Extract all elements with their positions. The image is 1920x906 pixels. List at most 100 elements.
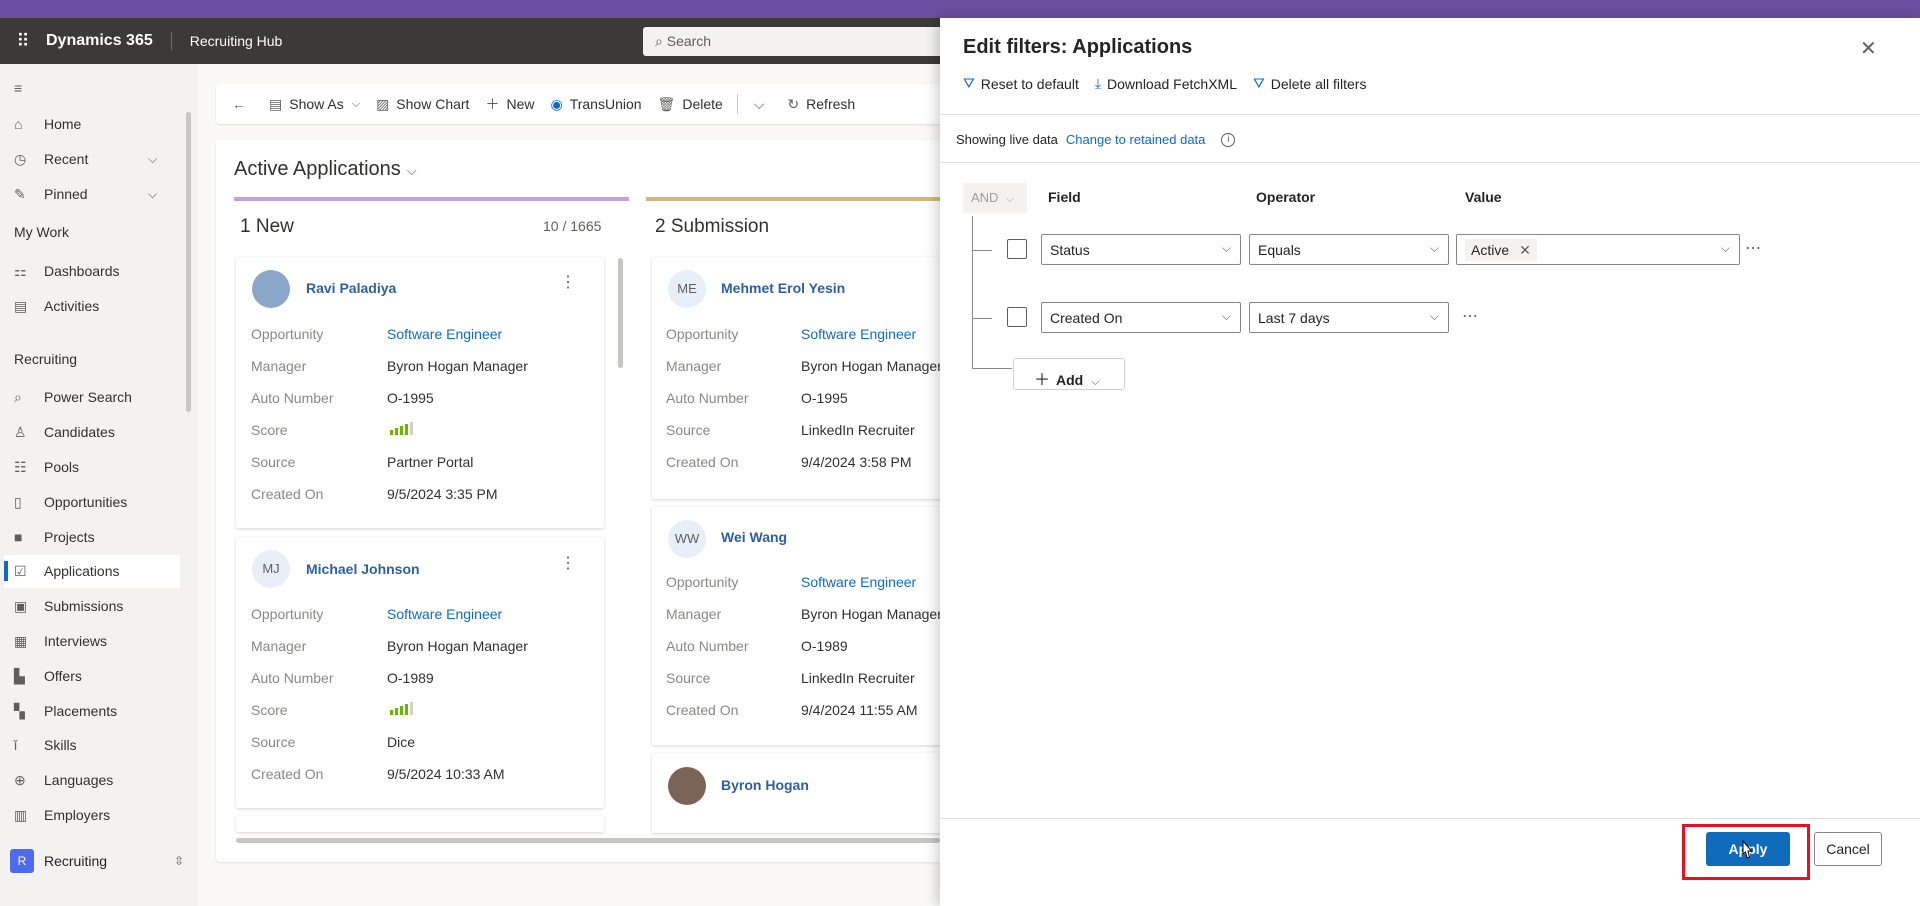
people-icon: ☷ (14, 458, 27, 475)
card-name[interactable]: Byron Hogan (721, 777, 809, 793)
sidebar-item-home[interactable]: ⌂ Home (14, 112, 81, 136)
delete-button[interactable]: 🗑 Delete (658, 96, 723, 113)
sidebar-scrollbar[interactable] (186, 112, 191, 412)
chevron-down-icon: ⌵ (1091, 376, 1100, 388)
refresh-icon: ↻ (787, 95, 800, 112)
header-value: Value (1465, 189, 1502, 205)
calendar-icon: ▦ (14, 632, 28, 649)
search-input[interactable]: ⌕ Search (643, 27, 943, 56)
row-checkbox[interactable] (1007, 239, 1027, 259)
sidebar-item-opportunities[interactable]: ▯ Opportunities (14, 490, 127, 514)
back-arrow-icon: ← (232, 96, 246, 112)
more-commands-chevron[interactable]: ⌵ (754, 96, 772, 113)
area-switcher[interactable]: R Recruiting ⇳ (6, 846, 192, 876)
reset-label: Reset to default (980, 75, 1079, 92)
sidebar-item-label: Recent (44, 151, 89, 167)
view-selector[interactable]: Active Applications ⌵ (234, 158, 417, 181)
sidebar-item-pinned[interactable]: ✎ Pinned (14, 182, 88, 206)
chevron-down-icon: ⌵ (1221, 241, 1231, 255)
column-accent-bar (646, 197, 946, 201)
sidebar-item-candidates[interactable]: ♙ Candidates (14, 420, 115, 444)
field-select[interactable]: Status ⌵ (1041, 234, 1241, 265)
field-value-link[interactable]: Software Engineer (801, 574, 916, 590)
row-checkbox[interactable] (1007, 307, 1027, 327)
sidebar-item-languages[interactable]: ⊕ Languages (14, 768, 113, 792)
sidebar-item-power-search[interactable]: ⌕ Power Search (14, 385, 132, 409)
remove-tag-icon[interactable]: ✕ (1519, 242, 1531, 258)
sidebar-item-placements[interactable]: ▚ Placements (14, 699, 117, 723)
reset-to-default-button[interactable]: ⛛ Reset to default (963, 75, 1079, 92)
chevron-down-icon: ⌵ (1006, 194, 1014, 205)
show-chart-label: Show Chart (396, 96, 470, 112)
operator-select[interactable]: Last 7 days ⌵ (1249, 302, 1449, 333)
change-to-retained-link[interactable]: Change to retained data (1066, 132, 1206, 147)
cancel-button[interactable]: Cancel (1814, 832, 1882, 866)
field-value: Partner Portal (387, 454, 474, 470)
application-card[interactable] (236, 816, 604, 832)
skills-icon: ǐ (14, 737, 18, 753)
command-bar: ← ▤ Show As ⌵ ▨ Show Chart ＋ New ◉ TransUnion… (216, 84, 956, 124)
more-vertical-icon[interactable]: ⋮ (560, 553, 576, 573)
tree-connector (972, 216, 973, 368)
card-name[interactable]: Mehmet Erol Yesin (721, 280, 845, 296)
field-value-link[interactable]: Software Engineer (387, 326, 502, 342)
sidebar-item-interviews[interactable]: ▦ Interviews (14, 629, 107, 653)
filter-delete-icon: ⛛ (1252, 75, 1265, 91)
sidebar-item-skills[interactable]: ǐ Skills (14, 733, 77, 757)
add-label: Add (1056, 372, 1084, 388)
close-icon[interactable]: ✕ (1860, 36, 1877, 61)
show-as-button[interactable]: ▤ Show As ⌵ (269, 96, 360, 113)
sidebar-item-applications[interactable]: ☑ Applications (14, 559, 120, 583)
app-launcher-icon[interactable]: ⠿ (0, 31, 46, 52)
add-condition-button[interactable]: ＋ Add ⌵ (1013, 358, 1125, 390)
sidebar-item-employers[interactable]: ▥ Employers (14, 803, 110, 827)
offer-document-icon: ▙ (14, 667, 25, 684)
field-select[interactable]: Created On ⌵ (1041, 302, 1241, 333)
more-horizontal-icon[interactable]: ⋯ (1462, 306, 1478, 326)
sidebar-item-offers[interactable]: ▙ Offers (14, 664, 82, 688)
info-icon[interactable]: i (1221, 132, 1236, 147)
field-value-link[interactable]: Software Engineer (387, 606, 502, 622)
field-label: Auto Number (666, 638, 749, 654)
app-name[interactable]: Dynamics 365 (46, 32, 172, 50)
value-select[interactable]: Active ✕ ⌵ (1456, 234, 1740, 265)
sidebar-item-label: Pinned (44, 186, 88, 202)
sidebar-item-recent[interactable]: ◷ Recent (14, 147, 88, 171)
chevron-down-icon[interactable]: ⌵ (148, 187, 157, 202)
sidebar-item-activities[interactable]: ▤ Activities (14, 294, 99, 318)
refresh-label: Refresh (806, 96, 856, 112)
sidebar-item-dashboards[interactable]: ⚏ Dashboards (14, 259, 120, 283)
sidebar-active-indicator (4, 561, 8, 581)
card-name[interactable]: Wei Wang (721, 529, 787, 545)
horizontal-scrollbar[interactable] (236, 838, 940, 843)
sidebar-item-projects[interactable]: ■ Projects (14, 525, 95, 549)
delete-all-filters-button[interactable]: ⛛ Delete all filters (1253, 75, 1366, 92)
more-horizontal-icon[interactable]: ⋯ (1745, 238, 1761, 258)
sidebar-item-submissions[interactable]: ▣ Submissions (14, 594, 123, 618)
download-fetchxml-button[interactable]: ⤓ Download FetchXML (1095, 75, 1237, 92)
field-value: LinkedIn Recruiter (801, 422, 915, 438)
hub-name[interactable]: Recruiting Hub (172, 33, 283, 49)
new-button[interactable]: ＋ New (485, 94, 534, 114)
chevron-down-icon[interactable]: ⌵ (148, 152, 157, 167)
hamburger-icon[interactable]: ≡ (14, 76, 44, 100)
field-value: Byron Hogan Manager (801, 358, 942, 374)
card-name[interactable]: Michael Johnson (306, 561, 420, 577)
operator-select-value: Last 7 days (1258, 310, 1330, 326)
more-vertical-icon[interactable]: ⋮ (560, 272, 576, 292)
operator-select[interactable]: Equals ⌵ (1249, 234, 1449, 265)
refresh-button[interactable]: ↻ Refresh (787, 96, 855, 113)
group-recruiting: Recruiting (14, 351, 78, 367)
clipboard-icon: ▤ (14, 297, 28, 314)
dashboard-icon: ⚏ (14, 262, 27, 279)
show-chart-button[interactable]: ▨ Show Chart (376, 96, 469, 113)
field-value-link[interactable]: Software Engineer (801, 326, 916, 342)
transunion-button[interactable]: ◉ TransUnion (550, 96, 641, 113)
field-label: Source (251, 734, 296, 750)
card-name[interactable]: Ravi Paladiya (306, 280, 396, 296)
sidebar-item-pools[interactable]: ☷ Pools (14, 455, 79, 479)
column-scrollbar[interactable] (618, 258, 623, 368)
avatar (252, 270, 290, 308)
back-button[interactable]: ← (232, 96, 253, 112)
value-tag-label: Active (1471, 242, 1510, 258)
